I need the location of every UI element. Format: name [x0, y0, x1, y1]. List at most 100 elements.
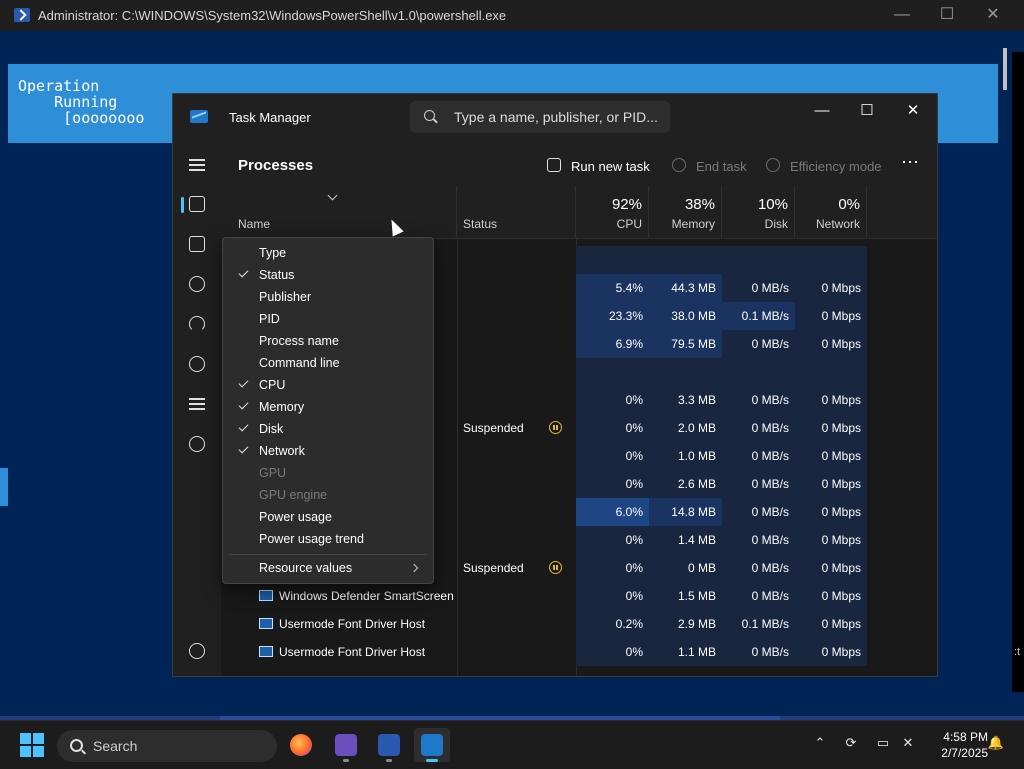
menu-item-label: Memory	[259, 400, 305, 414]
nav-item-performance[interactable]	[177, 227, 217, 261]
maximize-button[interactable]: ☐	[937, 6, 957, 24]
column-memory[interactable]: 38% Memory	[649, 186, 722, 238]
column-disk[interactable]: 10% Disk	[722, 186, 795, 238]
menu-item-label: GPU engine	[259, 488, 328, 502]
system-clock[interactable]: 4:58 PM 2/7/2025	[924, 729, 988, 761]
console-scrollbar[interactable]	[1003, 48, 1007, 90]
powershell-icon	[14, 8, 30, 22]
process-status	[463, 330, 553, 358]
memory-value: 79.5 MB	[649, 330, 722, 358]
end-task-label: End task	[696, 159, 747, 174]
memory-value: 14.8 MB	[649, 498, 722, 526]
close-button[interactable]: ✕	[898, 100, 928, 122]
cpu-value: 0%	[576, 386, 649, 414]
task-manager-titlebar[interactable]: Task Manager — ☐ ✕	[173, 94, 937, 140]
cpu-value: 23.3%	[576, 302, 649, 330]
column-status-label: Status	[463, 217, 498, 231]
column-cpu[interactable]: 92% CPU	[576, 186, 649, 238]
taskbar-search[interactable]: Search	[57, 730, 277, 762]
memory-value: 1.4 MB	[649, 526, 722, 554]
close-button[interactable]: ✕	[983, 6, 1003, 24]
column-network-label: Network	[815, 217, 860, 231]
taskbar-app-task-manager[interactable]	[414, 728, 450, 762]
menu-item-memory[interactable]: Memory	[227, 396, 429, 418]
process-name: Windows Defender SmartScreen	[279, 589, 454, 603]
menu-item-process-name[interactable]: Process name	[227, 330, 429, 352]
start-button[interactable]	[20, 733, 44, 757]
process-icon	[259, 590, 273, 601]
nav-item-processes[interactable]	[177, 187, 217, 221]
maximize-button[interactable]: ☐	[852, 100, 882, 122]
network-value: 0 Mbps	[795, 638, 867, 666]
sync-icon[interactable]: ⟳	[841, 733, 861, 753]
notification-bell-icon[interactable]: 🔔	[986, 733, 1006, 753]
network-total: 0%	[838, 196, 860, 213]
table-row[interactable]: Windows Defender SmartScreen 0% 1.5 MB 0 MB…	[221, 582, 937, 610]
menu-item-label: Network	[259, 444, 305, 458]
cpu-value: 0%	[576, 414, 649, 442]
process-icon	[259, 646, 273, 657]
disk-total: 10%	[757, 196, 788, 213]
menu-item-resource-values[interactable]: Resource values	[227, 557, 429, 579]
minimize-button[interactable]: —	[807, 100, 837, 122]
process-status	[463, 358, 553, 386]
taskbar-app-powershell[interactable]	[371, 728, 407, 762]
taskbar-app-firefox[interactable]	[283, 728, 319, 762]
menu-item-cpu[interactable]: CPU	[227, 374, 429, 396]
search-box[interactable]	[410, 101, 670, 133]
network-value: 0 Mbps	[795, 442, 867, 470]
network-value: 0 Mbps	[795, 610, 867, 638]
search-input[interactable]	[454, 108, 664, 126]
menu-item-label: CPU	[259, 378, 286, 392]
menu-item-status[interactable]: Status	[227, 264, 429, 286]
menu-item-type[interactable]: Type	[227, 242, 429, 264]
menu-item-pid[interactable]: PID	[227, 308, 429, 330]
menu-item-network[interactable]: Network	[227, 440, 429, 462]
nav-item-startup-apps[interactable]	[177, 307, 217, 341]
nav-item-app-history[interactable]	[177, 267, 217, 301]
cpu-value: 5.4%	[576, 274, 649, 302]
chevron-right-icon	[409, 563, 419, 573]
powershell-titlebar[interactable]: Administrator: C:\WINDOWS\System32\Windo…	[0, 0, 1024, 31]
memory-total: 38%	[684, 196, 715, 213]
menu-item-power-usage-trend[interactable]: Power usage trend	[227, 528, 429, 550]
menu-item-power-usage[interactable]: Power usage	[227, 506, 429, 528]
nav-menu-button[interactable]	[177, 148, 217, 182]
run-task-icon	[547, 158, 561, 172]
disk-value	[722, 246, 795, 274]
process-name: Usermode Font Driver Host	[279, 617, 426, 631]
disk-value: 0 MB/s	[722, 498, 795, 526]
column-status[interactable]: Status	[457, 186, 576, 238]
taskbar-app-notepad[interactable]	[328, 728, 364, 762]
more-options-button[interactable]: ⋯	[901, 152, 919, 172]
nav-item-details[interactable]	[177, 387, 217, 421]
table-row[interactable]: Usermode Font Driver Host 0.2% 2.9 MB 0.1 M…	[221, 610, 937, 638]
network-icon[interactable]: ▭	[873, 733, 893, 753]
app-history-icon	[189, 276, 205, 292]
menu-item-disk[interactable]: Disk	[227, 418, 429, 440]
table-row[interactable]: Usermode Font Driver Host 0% 1.1 MB 0 MB/s 0…	[221, 638, 937, 666]
chevron-up-icon[interactable]: ⌃	[810, 733, 830, 753]
network-value: 0 Mbps	[795, 414, 867, 442]
menu-item-command-line[interactable]: Command line	[227, 352, 429, 374]
minimize-button[interactable]: —	[892, 6, 912, 24]
menu-item-label: Power usage	[259, 510, 332, 524]
cpu-value	[576, 246, 649, 274]
menu-item-label: Resource values	[259, 561, 353, 575]
network-value: 0 Mbps	[795, 330, 867, 358]
nav-item-settings[interactable]	[177, 634, 217, 668]
menu-item-publisher[interactable]: Publisher	[227, 286, 429, 308]
memory-value: 2.6 MB	[649, 470, 722, 498]
memory-value: 2.9 MB	[649, 610, 722, 638]
process-status	[463, 302, 553, 330]
column-network[interactable]: 0% Network	[795, 186, 867, 238]
volume-icon[interactable]: ✕	[898, 733, 918, 753]
nav-item-services[interactable]	[177, 427, 217, 461]
menu-item-label: Power usage trend	[259, 532, 364, 546]
cpu-value: 0%	[576, 470, 649, 498]
table-header: Name Status 92% CPU 38% Memory 10% Disk	[221, 186, 937, 239]
checkmark-icon	[238, 377, 249, 388]
column-name[interactable]: Name	[221, 186, 457, 238]
nav-item-users[interactable]	[177, 347, 217, 381]
network-value: 0 Mbps	[795, 582, 867, 610]
